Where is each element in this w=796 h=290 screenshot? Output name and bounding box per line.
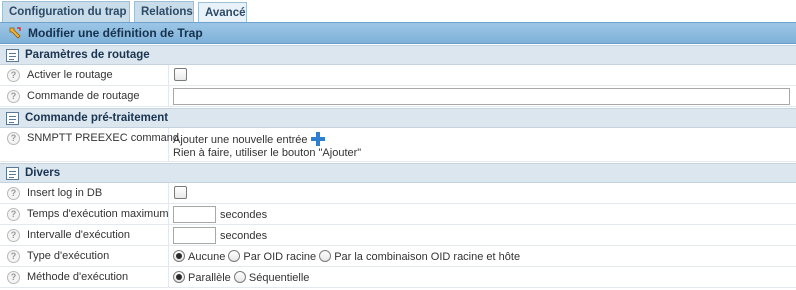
routing-command-input[interactable] <box>173 88 790 105</box>
help-icon[interactable]: ? <box>7 229 20 242</box>
radio-option-none[interactable]: Aucune <box>173 250 225 263</box>
form-row-exec-type: ? Type d'exécution Aucune Par OID racine… <box>0 246 796 267</box>
section-icon <box>6 167 19 180</box>
help-icon[interactable]: ? <box>7 250 20 263</box>
form-title: Modifier une définition de Trap <box>28 26 203 40</box>
section-routing: Paramètres de routage <box>0 45 796 65</box>
max-exec-time-input[interactable] <box>173 206 216 223</box>
unit-label: secondes <box>220 230 268 242</box>
help-icon[interactable]: ? <box>7 271 20 284</box>
form-row-max-exec-time: ? Temps d'exécution maximum secondes <box>0 204 796 225</box>
help-icon[interactable]: ? <box>7 69 20 82</box>
help-icon[interactable]: ? <box>7 90 20 103</box>
form-header: Modifier une définition de Trap <box>0 22 796 44</box>
plus-icon[interactable] <box>310 132 325 146</box>
field-label: Type d'exécution <box>27 250 110 262</box>
radio-option-root-oid-host[interactable]: Par la combinaison OID racine et hôte <box>319 250 520 263</box>
radio-option-parallel[interactable]: Parallèle <box>173 271 231 284</box>
empty-hint: Rien à faire, utiliser le bouton "Ajoute… <box>173 147 362 159</box>
field-label: Intervalle d'exécution <box>27 229 130 241</box>
tab-relations[interactable]: Relations <box>134 1 194 22</box>
section-icon <box>6 49 19 62</box>
exec-type-radio-group: Aucune Par OID racine Par la combinaison… <box>173 250 520 263</box>
form-row-exec-method: ? Méthode d'exécution Parallèle Séquenti… <box>0 267 796 288</box>
section-title: Commande pré-traitement <box>25 112 169 124</box>
section-misc: Divers <box>0 163 796 183</box>
section-preexec: Commande pré-traitement <box>0 108 796 128</box>
wrench-icon <box>9 27 21 39</box>
tab-bar: Configuration du trap Relations Avancé <box>0 0 796 23</box>
tab-trap-configuration[interactable]: Configuration du trap <box>2 1 130 22</box>
form-row-snmptt-preexec: ? SNMPTT PREEXEC command Ajouter une nou… <box>0 128 796 162</box>
radio-button[interactable] <box>228 250 241 262</box>
tab-advanced[interactable]: Avancé <box>198 2 247 23</box>
form-row-routing-command: ? Commande de routage <box>0 86 796 107</box>
section-title: Divers <box>25 167 61 179</box>
radio-button[interactable] <box>233 271 246 283</box>
radio-button[interactable] <box>173 250 185 262</box>
add-entry-link[interactable]: Ajouter une nouvelle entrée <box>173 132 325 146</box>
help-icon[interactable]: ? <box>7 208 20 221</box>
exec-method-radio-group: Parallèle Séquentielle <box>173 271 309 284</box>
add-entry-text: Ajouter une nouvelle entrée <box>173 134 308 146</box>
field-label: Méthode d'exécution <box>27 271 129 283</box>
field-label: Temps d'exécution maximum <box>27 208 169 220</box>
form-row-insert-log: ? Insert log in DB <box>0 183 796 204</box>
field-label: Commande de routage <box>27 90 140 102</box>
exec-interval-input[interactable] <box>173 227 216 244</box>
unit-label: secondes <box>220 209 268 221</box>
insert-log-checkbox[interactable] <box>174 186 187 199</box>
section-title: Paramètres de routage <box>25 49 150 61</box>
radio-button[interactable] <box>173 271 185 283</box>
radio-button[interactable] <box>319 250 332 262</box>
radio-option-sequential[interactable]: Séquentielle <box>233 271 309 284</box>
help-icon[interactable]: ? <box>7 187 20 200</box>
radio-option-root-oid[interactable]: Par OID racine <box>228 250 316 263</box>
section-icon <box>6 112 19 125</box>
form-row-exec-interval: ? Intervalle d'exécution secondes <box>0 225 796 246</box>
field-label: Activer le routage <box>27 69 113 81</box>
field-label: SNMPTT PREEXEC command <box>27 132 180 144</box>
help-icon[interactable]: ? <box>7 132 20 145</box>
enable-routing-checkbox[interactable] <box>174 68 187 81</box>
field-label: Insert log in DB <box>27 187 103 199</box>
form-row-enable-routing: ? Activer le routage <box>0 65 796 86</box>
